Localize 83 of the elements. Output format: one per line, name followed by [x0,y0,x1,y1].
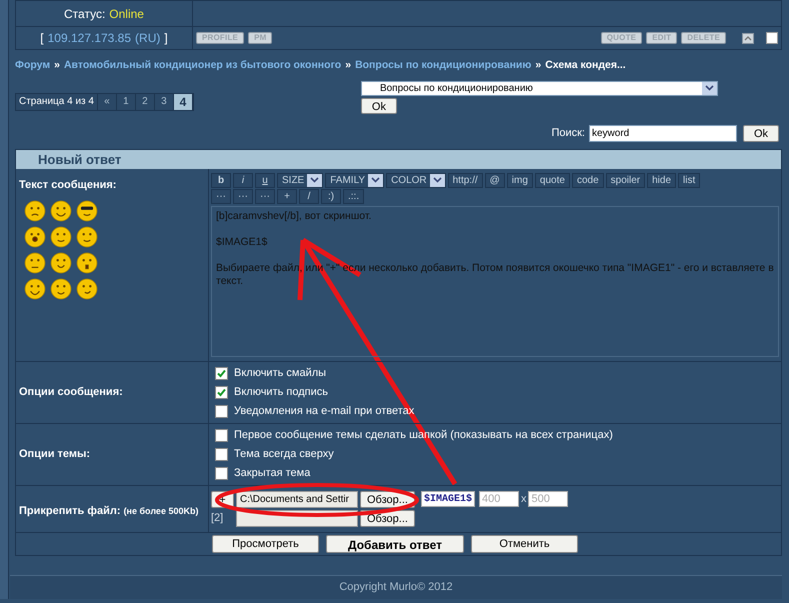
smiley-icon[interactable] [24,252,46,274]
breadcrumb-link[interactable]: Форум [15,58,50,74]
breadcrumb-separator: » [54,58,60,73]
smiley-icon[interactable] [50,200,72,222]
breadcrumb-link[interactable]: Автомобильный кондиционер из бытового оконного [64,58,342,74]
scroll-up-icon[interactable] [742,32,754,44]
times-sign: x [520,492,526,507]
smiley-icon[interactable] [50,252,72,274]
status-label: Статус: [64,6,106,22]
format-button[interactable]: :) [321,188,341,204]
page-link[interactable]: « [98,94,117,110]
format-dropdown[interactable]: FAMILY [325,172,384,188]
copyright-text: Copyright Murlo© 2012 [339,580,453,595]
format-button[interactable]: @ [484,172,505,188]
checkbox[interactable] [215,428,228,442]
checkbox[interactable] [215,366,228,380]
smiley-icon[interactable] [50,278,72,300]
smiley-icon[interactable] [24,226,46,248]
format-dropdown[interactable]: SIZE [277,172,324,188]
ok-button[interactable]: Ok [360,98,397,114]
message-label: Текст сообщения: [19,178,116,191]
ip-link[interactable]: 109.127.173.85 [48,29,132,47]
file-index: [2] [211,511,224,526]
page-link[interactable]: 2 [136,94,155,110]
bold-button[interactable]: b [211,172,231,188]
format-button[interactable]: / [299,188,319,204]
option-label: Включить подпись [234,385,328,400]
format-button[interactable]: hide [647,172,676,188]
format-button[interactable]: spoiler [606,172,646,188]
smiley-icon[interactable] [50,226,72,248]
smiley-icon[interactable] [24,200,46,222]
smiley-icon[interactable] [76,200,98,222]
format-button[interactable]: ··· [233,188,253,204]
width-field[interactable]: 400 [478,491,519,508]
bracket-text: [ [40,30,44,47]
page-link[interactable]: 4 [174,94,193,110]
checkbox[interactable] [215,448,228,461]
form-button[interactable]: Просмотреть [212,534,319,553]
format-button[interactable]: img [506,172,533,188]
select-checkbox[interactable] [766,32,778,44]
form-button[interactable]: Отменить [471,534,578,553]
breadcrumb-current: Схема кондея... [545,58,626,73]
checkbox[interactable] [215,404,228,418]
format-button[interactable]: ··· [211,188,231,204]
smiley-icon[interactable] [76,278,98,300]
search-field[interactable]: keyword [589,124,737,142]
height-field[interactable]: 500 [528,491,568,508]
checkbox[interactable] [215,386,228,399]
format-button[interactable]: list [678,172,700,188]
option-group-label: Опции сообщения: [19,385,123,400]
form-title: Новый ответ [38,150,122,168]
forum-select[interactable]: Вопросы по кондиционированию [360,80,718,96]
breadcrumb-separator: » [535,58,542,73]
image-tag: $IMAGE1$ [420,491,475,508]
search-label: Поиск: [551,126,585,141]
underline-button[interactable]: u [255,172,275,188]
breadcrumb-link[interactable]: Вопросы по кондиционированию [355,58,532,74]
format-button[interactable]: .::. [343,188,364,204]
italic-button[interactable]: i [233,172,253,188]
smiley-icon[interactable] [76,252,98,274]
smiley-icon[interactable] [24,278,46,300]
option-label: Тема всегда сверху [234,447,334,462]
bracket-text: ] [164,30,168,47]
form-button[interactable]: Добавить ответ [326,534,464,553]
smiley-icon[interactable] [76,226,98,248]
option-label: Включить смайлы [234,366,326,381]
option-group-label: Опции темы: [19,447,90,462]
format-button[interactable]: code [572,172,604,188]
format-button[interactable]: http:// [448,172,483,188]
format-button[interactable]: ··· [255,188,275,204]
checkbox[interactable] [215,466,228,480]
breadcrumb-separator: » [345,58,352,73]
search-button[interactable]: Ok [743,124,779,142]
attach-label: Прикрепить файл: (не более 500Kb) [19,504,198,517]
format-dropdown[interactable]: COLOR [386,172,446,188]
format-button[interactable]: quote [534,172,570,188]
country-text: (RU) [135,30,160,47]
format-button[interactable]: + [277,188,297,204]
option-label: Закрытая тема [234,466,310,481]
file-path-field[interactable]: C:\Documents and Settir [236,490,358,508]
page-link[interactable]: 1 [116,94,136,110]
page-counter: Страница 4 из 4 [16,94,98,110]
status-value: Online [109,6,144,22]
